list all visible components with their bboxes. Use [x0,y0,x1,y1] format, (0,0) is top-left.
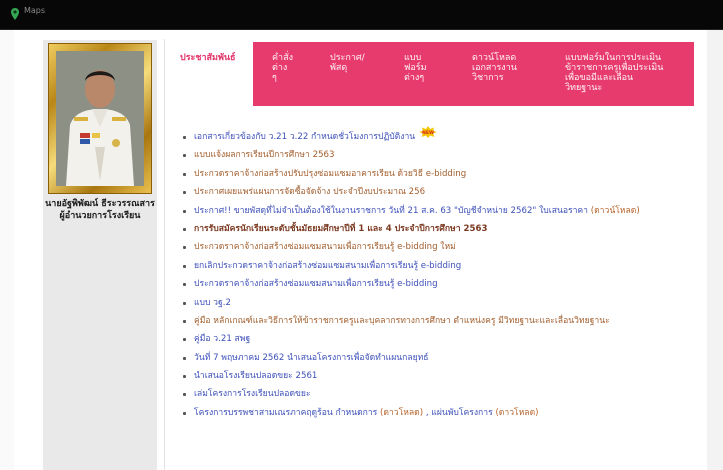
announcement-link[interactable]: นำเสนอโรงเรียนปลอดขยะ 2561 [194,371,317,381]
bullet-icon [183,246,186,250]
announcement-link[interactable]: ประกวดราคาจ้างก่อสร้างซ่อมแซมสนามเพื่อกา… [194,279,438,289]
list-item: ประกวดราคาจ้างก่อสร้างซ่อมแซมสนามเพื่อกา… [181,275,686,293]
announcement-link[interactable]: ยกเลิกประกวดราคาจ้างก่อสร้างซ่อมแซมสนามเ… [194,261,461,271]
list-item: โครงการบรรพชาสามเณรภาคฤดูร้อน กำหนดการ (… [181,404,686,422]
bullet-icon [183,393,186,397]
new-badge-icon: NEW [419,125,438,138]
list-item: นำเสนอโรงเรียนปลอดขยะ 2561 [181,367,686,385]
bullet-icon [183,209,186,213]
director-portrait [48,43,152,194]
tab-public-relations[interactable]: ประชาสัมพันธ์ [165,42,253,106]
tab-orders[interactable]: คำสั่ง ต่าง ๆ [272,42,312,106]
tab-teacher-evaluation-forms[interactable]: แบบฟอร์มในการประเมิน ข้าราชการครูเพื่อปร… [565,42,691,106]
list-item: การรับสมัครนักเรียนระดับชั้นมัธยมศึกษาปี… [181,220,686,238]
list-item: ยกเลิกประกวดราคาจ้างก่อสร้างซ่อมแซมสนามเ… [181,257,686,275]
announcement-link[interactable]: เอกสารเกี่ยวข้องกับ ว.21 ว.22 กำหนดชั่วโ… [194,132,415,142]
portrait-figure-image [56,51,144,186]
list-item: ประกาศเผยแพร่แผนการจัดซื้อจัดจ้าง ประจำป… [181,183,686,201]
tab-academic-downloads[interactable]: ดาวน์โหลด เอกสารงาน วิชาการ [472,42,550,106]
bullet-icon [183,356,186,360]
new-badge-text: NEW [422,130,434,136]
announcement-link[interactable]: โครงการบรรพชาสามเณรภาคฤดูร้อน กำหนดการ [194,408,377,418]
announcement-link[interactable]: คู่มือ หลักเกณฑ์และวิธีการให้ข้าราชการคร… [194,316,610,326]
list-item: ประกวดราคาจ้างก่อสร้างปรับปรุงซ่อมแซมอาค… [181,165,686,183]
announcement-link[interactable]: แบบแจ้งผลการเรียนปีการศึกษา 2563 [194,150,334,160]
list-item: แบบ วฐ.2 [181,294,686,312]
announcement-link[interactable]: แบบ วฐ.2 [194,298,231,308]
director-name: นายอัฐพิพัฒน์ ธีระวรรณสาร [45,199,155,209]
announcement-link[interactable]: การรับสมัครนักเรียนระดับชั้นมัธยมศึกษาปี… [194,224,487,234]
bullet-icon [183,375,186,379]
separator-text: , แผ่นพับโครงการ [423,407,496,418]
list-item: เอกสารเกี่ยวข้องกับ ว.21 ว.22 กำหนดชั่วโ… [181,125,686,146]
bullet-icon [183,191,186,195]
maps-pin-icon[interactable] [8,7,22,21]
announcement-link[interactable]: ประกาศ!! ขายพัสดุที่ไม่จำเป็นต้องใช้ในงา… [194,206,588,216]
bullet-icon [183,154,186,158]
bullet-icon [183,338,186,342]
download-link[interactable]: (ดาวโหลด) [495,408,538,418]
announcement-link[interactable]: ประกวดราคาจ้างก่อสร้างปรับปรุงซ่อมแซมอาค… [194,169,466,179]
tab-bar: ประชาสัมพันธ์ คำสั่ง ต่าง ๆ ประกาศ/ พัสด… [165,42,694,106]
list-item: วันที่ 7 พฤษภาคม 2562 นำเสนอโครงการเพื่อ… [181,349,686,367]
bullet-icon [183,264,186,268]
browser-bookmarks-bar: Maps [0,0,723,30]
bullet-icon [183,227,186,231]
announcement-link[interactable]: ประกาศเผยแพร่แผนการจัดซื้อจัดจ้าง ประจำป… [194,187,425,197]
list-item: คู่มือ ว.21 สพฐ [181,330,686,348]
bullet-icon [183,283,186,287]
list-item: เล่มโครงการโรงเรียนปลอดขยะ [181,385,686,403]
list-item: แบบแจ้งผลการเรียนปีการศึกษา 2563 [181,146,686,164]
announcement-link[interactable]: เล่มโครงการโรงเรียนปลอดขยะ [194,389,311,399]
list-item: ประกาศ!! ขายพัสดุที่ไม่จำเป็นต้องใช้ในงา… [181,202,686,220]
announcement-link[interactable]: วันที่ 7 พฤษภาคม 2562 นำเสนอโครงการเพื่อ… [194,353,429,363]
download-link[interactable]: (ดาวน์โหลด) [591,206,640,216]
tab-announcements-supplies[interactable]: ประกาศ/ พัสดุ [330,42,392,106]
director-role: ผู้อำนวยการโรงเรียน [59,211,141,221]
maps-bookmark-label[interactable]: Maps [24,6,45,15]
bullet-icon [183,411,186,415]
page-right-margin [707,30,723,470]
director-caption: นายอัฐพิพัฒน์ ธีระวรรณสาร ผู้อำนวยการโรง… [43,198,157,222]
bullet-icon [183,136,186,139]
bullet-icon [183,301,186,305]
announcement-link[interactable]: ประกวดราคาจ้างก่อสร้างซ่อมแซมสนามเพื่อกา… [194,242,456,252]
announcement-list: เอกสารเกี่ยวข้องกับ ว.21 ว.22 กำหนดชั่วโ… [181,125,686,422]
portrait-photo [56,51,144,186]
tab-forms[interactable]: แบบ ฟอร์ม ต่างๆ [404,42,456,106]
download-link[interactable]: (ดาวโหลด) [380,408,423,418]
list-item: คู่มือ หลักเกณฑ์และวิธีการให้ข้าราชการคร… [181,312,686,330]
bullet-icon [183,319,186,323]
list-item: ประกวดราคาจ้างก่อสร้างซ่อมแซมสนามเพื่อกา… [181,238,686,256]
announcement-link[interactable]: คู่มือ ว.21 สพฐ [194,334,250,344]
bullet-icon [183,172,186,176]
